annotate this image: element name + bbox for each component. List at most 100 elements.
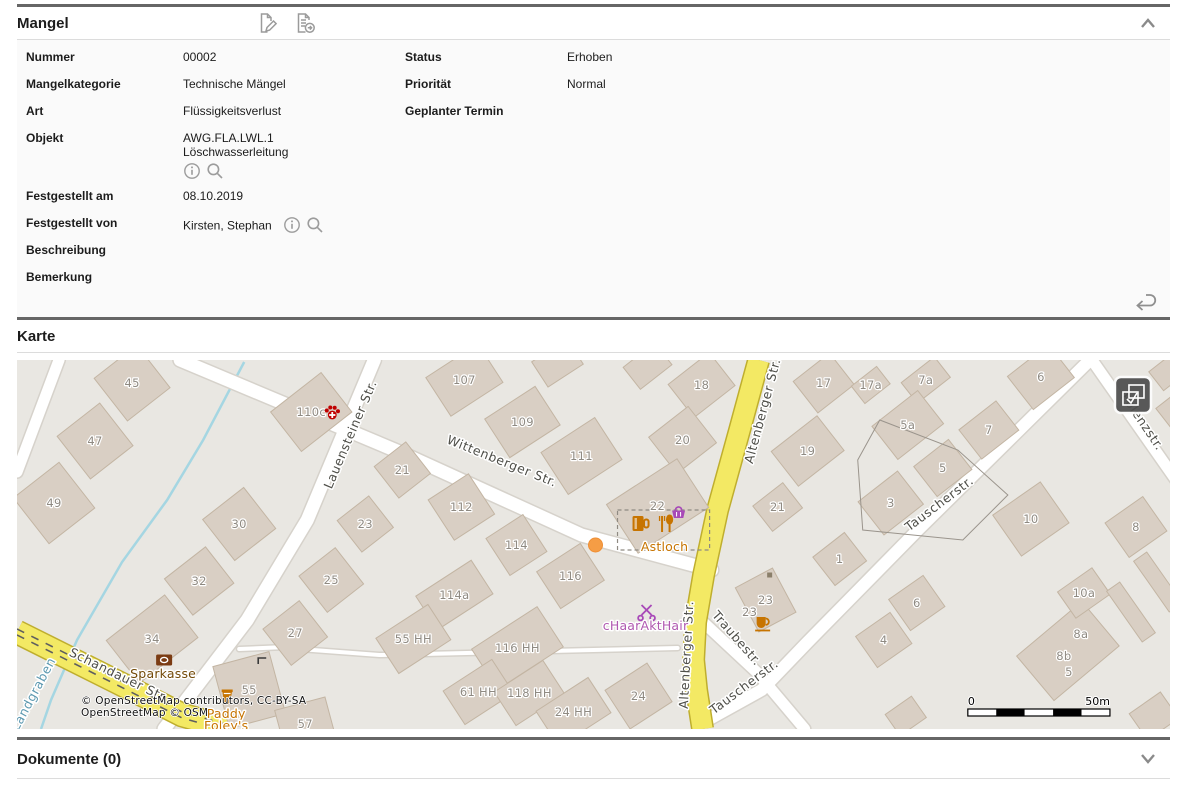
field-value-festgestellt-am: 08.10.2019	[183, 183, 405, 203]
svg-text:109: 109	[511, 415, 534, 429]
svg-text:45: 45	[124, 376, 139, 390]
field-value-art: Flüssigkeitsverlust	[183, 98, 405, 118]
svg-text:23: 23	[758, 593, 773, 607]
svg-text:17: 17	[816, 376, 831, 390]
svg-text:7: 7	[985, 423, 993, 437]
karte-title: Karte	[17, 328, 55, 345]
svg-text:110c: 110c	[297, 405, 326, 419]
chevron-down-icon	[1138, 751, 1158, 767]
svg-text:116 HH: 116 HH	[495, 641, 540, 655]
svg-text:OpenStreetMap © OSM: OpenStreetMap © OSM	[81, 707, 208, 719]
svg-text:5: 5	[939, 461, 947, 475]
svg-text:0: 0	[968, 695, 975, 708]
svg-text:3: 3	[887, 496, 895, 510]
field-label-festgestellt-am: Festgestellt am	[26, 183, 183, 203]
svg-text:30: 30	[232, 517, 247, 531]
svg-text:4: 4	[880, 633, 888, 647]
svg-text:8b: 8b	[1056, 649, 1071, 663]
svg-text:8a: 8a	[1073, 627, 1088, 641]
svg-text:25: 25	[324, 573, 339, 587]
svg-text:Sparkasse: Sparkasse	[130, 666, 196, 681]
svg-text:118 HH: 118 HH	[507, 686, 552, 700]
divider	[17, 778, 1170, 779]
field-value-geplanter-termin	[567, 98, 1162, 104]
svg-text:111: 111	[570, 449, 593, 463]
map-canvas[interactable]: 454749110c303234212325271071091111121141…	[17, 360, 1170, 729]
svg-text:8: 8	[1132, 520, 1140, 534]
svg-text:1: 1	[836, 552, 844, 566]
undo-icon	[1132, 291, 1158, 313]
svg-text:19: 19	[800, 444, 815, 458]
karte-header: Karte	[17, 320, 1170, 352]
divider	[17, 352, 1170, 353]
svg-text:21: 21	[770, 500, 785, 514]
svg-text:116: 116	[559, 569, 582, 583]
field-label-festgestellt-von: Festgestellt von	[26, 210, 183, 230]
field-label-nummer: Nummer	[26, 44, 183, 64]
field-value-mangelkategorie: Technische Mängel	[183, 71, 405, 91]
svg-text:10a: 10a	[1073, 586, 1096, 600]
search-icon[interactable]	[306, 216, 324, 237]
svg-text:21: 21	[395, 463, 410, 477]
mangel-form: Nummer 00002 Status Erhoben Mangelkatego…	[17, 40, 1170, 317]
svg-text:49: 49	[46, 496, 61, 510]
svg-text:61 HH: 61 HH	[460, 685, 497, 699]
field-value-objekt: AWG.FLA.LWL.1 Löschwasserleitung	[183, 125, 405, 183]
svg-text:112: 112	[450, 500, 473, 514]
svg-text:cHaarAktHair: cHaarAktHair	[603, 618, 689, 633]
svg-text:27: 27	[288, 626, 303, 640]
expand-section-button[interactable]	[1138, 751, 1158, 767]
field-value-bemerkung	[183, 264, 405, 270]
field-label-status: Status	[405, 44, 567, 64]
info-icon[interactable]	[183, 162, 201, 183]
svg-text:5a: 5a	[900, 418, 915, 432]
svg-text:47: 47	[87, 434, 102, 448]
svg-text:23: 23	[742, 605, 757, 619]
mangel-title: Mangel	[17, 15, 69, 32]
info-icon[interactable]	[283, 216, 301, 237]
svg-text:24 HH: 24 HH	[555, 705, 592, 719]
svg-text:Foley's: Foley's	[204, 718, 248, 729]
field-value-status: Erhoben	[567, 44, 1162, 64]
field-value-beschreibung	[183, 237, 405, 243]
map-layers-button[interactable]	[1115, 377, 1151, 413]
field-label-objekt: Objekt	[26, 125, 183, 145]
mangel-page: Mangel	[17, 4, 1170, 779]
svg-text:20: 20	[675, 433, 690, 447]
svg-text:107: 107	[453, 373, 476, 387]
svg-text:34: 34	[144, 632, 159, 646]
svg-text:50m: 50m	[1085, 695, 1110, 708]
svg-text:114: 114	[505, 538, 528, 552]
svg-text:32: 32	[192, 574, 207, 588]
undo-button[interactable]	[1132, 291, 1158, 318]
field-label-geplanter-termin: Geplanter Termin	[405, 98, 567, 118]
svg-text:6: 6	[913, 596, 921, 610]
svg-text:5: 5	[1065, 665, 1073, 679]
document-export-icon[interactable]	[292, 10, 318, 36]
field-value-prioritaet: Normal	[567, 71, 1162, 91]
svg-text:10: 10	[1023, 512, 1038, 526]
svg-text:22: 22	[650, 499, 665, 513]
field-label-beschreibung: Beschreibung	[26, 237, 183, 257]
dokumente-header: Dokumente (0)	[17, 740, 1170, 778]
svg-text:17a: 17a	[859, 378, 882, 392]
edit-document-icon[interactable]	[255, 10, 279, 36]
search-icon[interactable]	[206, 162, 224, 183]
svg-text:7a: 7a	[918, 373, 933, 387]
svg-text:6: 6	[1037, 370, 1045, 384]
svg-text:18: 18	[694, 378, 709, 392]
dokumente-title: Dokumente (0)	[17, 751, 121, 768]
svg-text:57: 57	[298, 717, 313, 729]
field-value-festgestellt-von: Kirsten, Stephan	[183, 210, 567, 237]
svg-text:Astloch: Astloch	[641, 539, 688, 554]
field-label-bemerkung: Bemerkung	[26, 264, 183, 284]
svg-text:55 HH: 55 HH	[395, 632, 432, 646]
chevron-up-icon	[1138, 15, 1158, 31]
svg-text:114a: 114a	[439, 588, 469, 602]
svg-text:© OpenStreetMap contributors,: © OpenStreetMap contributors, CC-BY-SA	[81, 695, 307, 707]
field-label-mangelkategorie: Mangelkategorie	[26, 71, 183, 91]
collapse-section-button[interactable]	[1138, 15, 1158, 31]
field-label-prioritaet: Priorität	[405, 71, 567, 91]
svg-text:23: 23	[358, 517, 373, 531]
mangel-header: Mangel	[17, 7, 1170, 39]
